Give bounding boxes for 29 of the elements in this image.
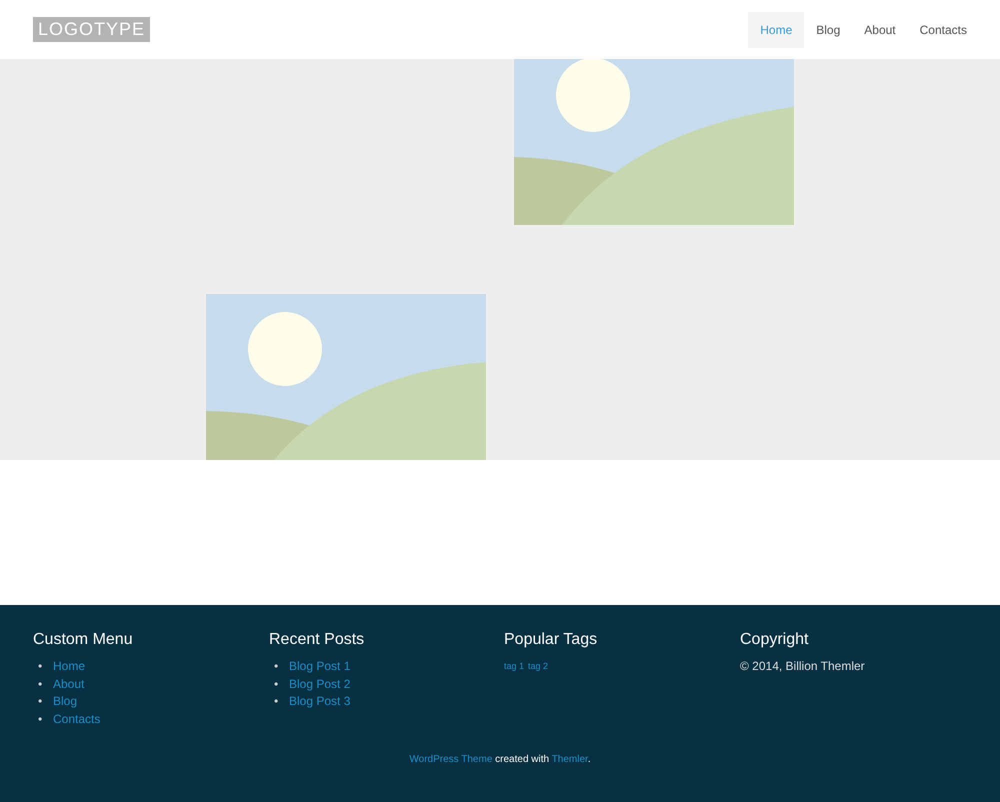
bullet: • [38, 658, 44, 675]
footer-heading: Recent Posts [269, 631, 366, 649]
tag-link[interactable]: tag 2 [528, 661, 548, 671]
footer-link[interactable]: Home [53, 659, 86, 673]
bullet: • [274, 676, 280, 692]
footer-link[interactable]: Blog [53, 694, 78, 708]
footer-link[interactable]: Blog Post 1 [289, 659, 350, 673]
credit-link[interactable]: WordPress Theme [409, 754, 492, 765]
footer-link[interactable]: Blog Post 2 [289, 676, 350, 690]
nav-link[interactable]: About [852, 12, 908, 48]
bullet: • [38, 693, 44, 710]
bullet: • [274, 658, 280, 675]
copyright-text: © 2014, Billion Themler [740, 658, 866, 675]
bullet: • [274, 693, 280, 710]
footer-heading: Popular Tags [504, 631, 598, 649]
footer-link[interactable]: About [53, 676, 84, 690]
logo[interactable]: LOGOTYPE [33, 17, 150, 42]
footer-link[interactable]: Blog Post 3 [289, 694, 350, 708]
nav-link[interactable]: Home [748, 12, 804, 48]
credit-text: WordPress Theme created with Themler. [408, 754, 592, 765]
tag-link[interactable]: tag 1 [504, 661, 524, 671]
bullet: • [38, 710, 44, 728]
nav-link[interactable]: Contacts [908, 12, 979, 48]
footer-heading: Copyright [740, 631, 810, 649]
nav-link[interactable]: Blog [804, 12, 852, 48]
footer-heading: Custom Menu [33, 631, 134, 649]
bullet: • [38, 676, 44, 692]
footer-link[interactable]: Contacts [53, 712, 100, 726]
credit-link[interactable]: Themler [552, 754, 588, 765]
